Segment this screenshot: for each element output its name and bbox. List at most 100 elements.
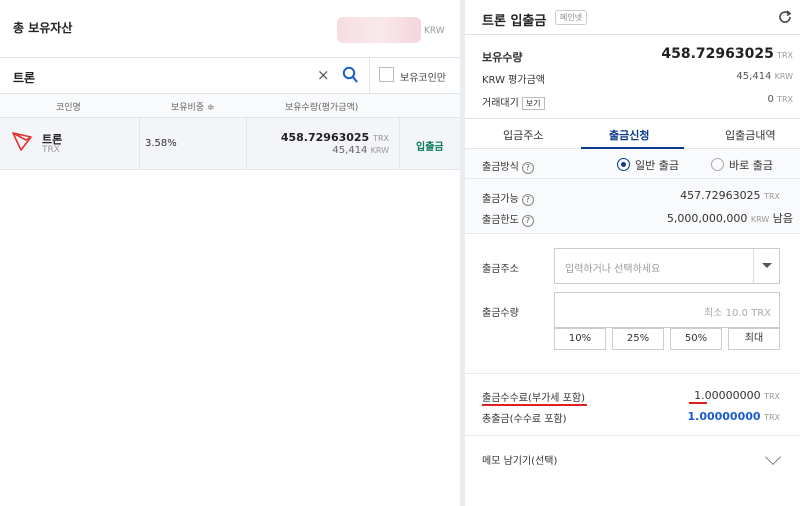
limit-label: 출금한도 — [482, 215, 519, 226]
coin-symbol: TRX — [42, 145, 60, 155]
radio-normal-withdraw[interactable]: 일반 출금 — [617, 157, 679, 173]
divider — [399, 118, 400, 170]
divider — [139, 118, 140, 170]
holding-unit: TRX — [777, 51, 793, 60]
fee-summary: 출금수수료(부가세 포함) 1.00000000 TRX 총출금(수수료 포함)… — [465, 374, 800, 436]
krw-eval-row: 45,414 KRW — [736, 71, 793, 82]
limit-value: 5,000,000,000 — [666, 212, 748, 225]
deposit-withdraw-panel: 트론 입출금 메인넷 보유수량 458.72963025 TRX KRW 평가금… — [465, 0, 800, 506]
krw-eval-label: KRW 평가금액 — [482, 75, 545, 86]
radio-selected-icon — [617, 158, 630, 171]
fee-unit: TRX — [764, 392, 780, 401]
search-icon[interactable] — [342, 66, 358, 84]
pending-value: 0 — [767, 94, 774, 105]
panel-header: 트론 입출금 메인넷 — [465, 0, 800, 35]
pending-unit: TRX — [777, 95, 793, 104]
holding-krw-unit: KRW — [370, 146, 389, 155]
quantity-placeholder: 최소 10.0 TRX — [704, 308, 771, 319]
blurred-total-value — [337, 17, 421, 43]
total-assets-currency: KRW — [424, 26, 445, 36]
withdraw-form: 출금주소 입력하거나 선택하세요 출금수량 최소 10.0 TRX 10% 25… — [465, 234, 800, 374]
fee-value-row: 1.00000000 TRX — [694, 389, 780, 402]
col-coin-name[interactable]: 코인명 — [56, 100, 81, 113]
memo-toggle[interactable]: 메모 남기기(선택) — [465, 436, 800, 480]
search-input[interactable]: 트론 — [13, 69, 35, 86]
coin-search-bar: 트론 × 보유코인만 — [0, 58, 460, 94]
available-value-row: 457.72963025 TRX — [680, 189, 780, 202]
tab-history[interactable]: 입출금내역 — [725, 127, 776, 143]
address-select[interactable]: 입력하거나 선택하세요 — [554, 248, 780, 284]
deposit-withdraw-link[interactable]: 입출금 — [416, 138, 444, 153]
total-value: 1.00000000 — [687, 410, 761, 423]
panel-title: 트론 입출금 — [482, 14, 547, 29]
asset-header: 총 보유자산 KRW — [0, 0, 460, 58]
radio-instant-label: 바로 출금 — [729, 159, 773, 172]
table-row[interactable]: 트론 TRX 3.58% 458.72963025 TRX 45,414 KRW… — [0, 118, 460, 170]
help-icon[interactable]: ? — [521, 215, 534, 227]
pct-25-button[interactable]: 25% — [612, 328, 664, 350]
address-placeholder: 입력하거나 선택하세요 — [565, 264, 661, 275]
holding-amount-unit: TRX — [373, 134, 389, 143]
col-amount[interactable]: 보유수량(평가금액) — [285, 100, 358, 113]
fee-value: 1.00000000 — [694, 389, 761, 402]
radio-unselected-icon — [711, 158, 724, 171]
krw-eval-unit: KRW — [774, 72, 793, 81]
holding-only-checkbox[interactable] — [379, 67, 394, 82]
address-label: 출금주소 — [482, 264, 519, 275]
memo-label: 메모 남기기(선택) — [482, 456, 558, 467]
fee-label: 출금수수료(부가세 포함) — [482, 393, 585, 404]
asset-panel: 총 보유자산 KRW 트론 × 보유코인만 코인명 보유비중 ≑ 보유수량(평가… — [0, 0, 460, 506]
limit-value-row: 5,000,000,000 KRW 남음 — [667, 210, 793, 226]
total-unit: TRX — [764, 413, 780, 422]
holding-label: 보유수량 — [482, 51, 523, 64]
quantity-label: 출금수량 — [482, 308, 519, 319]
method-label: 출금방식 — [482, 162, 519, 173]
table-header: 코인명 보유비중 ≑ 보유수량(평가금액) — [0, 94, 460, 118]
limit-label-row: 출금한도? — [482, 211, 534, 227]
limit-suffix: 남음 — [772, 212, 793, 225]
available-label: 출금가능 — [482, 194, 519, 205]
tron-logo-icon — [12, 132, 32, 151]
help-icon[interactable]: ? — [521, 162, 534, 174]
holding-share: 3.58% — [145, 138, 177, 149]
clear-icon[interactable]: × — [317, 66, 330, 84]
available-label-row: 출금가능? — [482, 190, 534, 206]
total-label: 총출금(수수료 포함) — [482, 414, 567, 425]
tab-withdraw-request[interactable]: 출금신청 — [609, 127, 649, 143]
withdraw-method: 출금방식? 일반 출금 바로 출금 — [465, 149, 800, 179]
pending-label: 거래대기 — [482, 98, 519, 109]
quantity-input[interactable]: 최소 10.0 TRX — [554, 292, 780, 328]
method-label-row: 출금방식? — [482, 158, 534, 174]
max-button[interactable]: 최대 — [728, 328, 780, 350]
chevron-down-icon[interactable] — [753, 249, 779, 283]
annotation-underline — [482, 404, 587, 406]
radio-instant-withdraw[interactable]: 바로 출금 — [711, 157, 773, 173]
krw-eval-value: 45,414 — [736, 71, 772, 82]
refresh-icon[interactable] — [777, 9, 793, 25]
holding-value: 458.72963025 — [661, 46, 774, 62]
withdraw-limits: 출금가능? 457.72963025 TRX 출금한도? 5,000,000,0… — [465, 179, 800, 234]
available-value: 457.72963025 — [680, 189, 761, 202]
pct-10-button[interactable]: 10% — [554, 328, 606, 350]
tab-deposit-address[interactable]: 입금주소 — [503, 127, 543, 143]
help-icon[interactable]: ? — [521, 194, 534, 206]
panel-tabs: 입금주소 출금신청 입출금내역 — [465, 119, 800, 149]
holding-value-row: 458.72963025 TRX — [661, 46, 793, 62]
mainnet-badge: 메인넷 — [555, 10, 588, 25]
pct-50-button[interactable]: 50% — [670, 328, 722, 350]
holding-amount-value: 458.72963025 — [280, 131, 370, 144]
holding-only-label[interactable]: 보유코인만 — [400, 69, 446, 84]
divider — [246, 118, 247, 170]
divider — [369, 58, 370, 94]
col-share[interactable]: 보유비중 ≑ — [171, 100, 215, 113]
holding-krw-value: 45,414 KRW — [332, 145, 389, 156]
pending-view-button[interactable]: 보기 — [521, 97, 545, 110]
available-unit: TRX — [764, 192, 780, 201]
limit-unit: KRW — [750, 215, 770, 224]
chevron-down-icon[interactable] — [765, 449, 781, 465]
total-value-row: 1.00000000 TRX — [687, 410, 780, 423]
total-assets-title: 총 보유자산 — [13, 21, 73, 35]
holding-krw-number: 45,414 — [332, 145, 368, 156]
holding-amount: 458.72963025 TRX — [281, 131, 389, 144]
holding-summary: 보유수량 458.72963025 TRX KRW 평가금액 45,414 KR… — [465, 35, 800, 119]
